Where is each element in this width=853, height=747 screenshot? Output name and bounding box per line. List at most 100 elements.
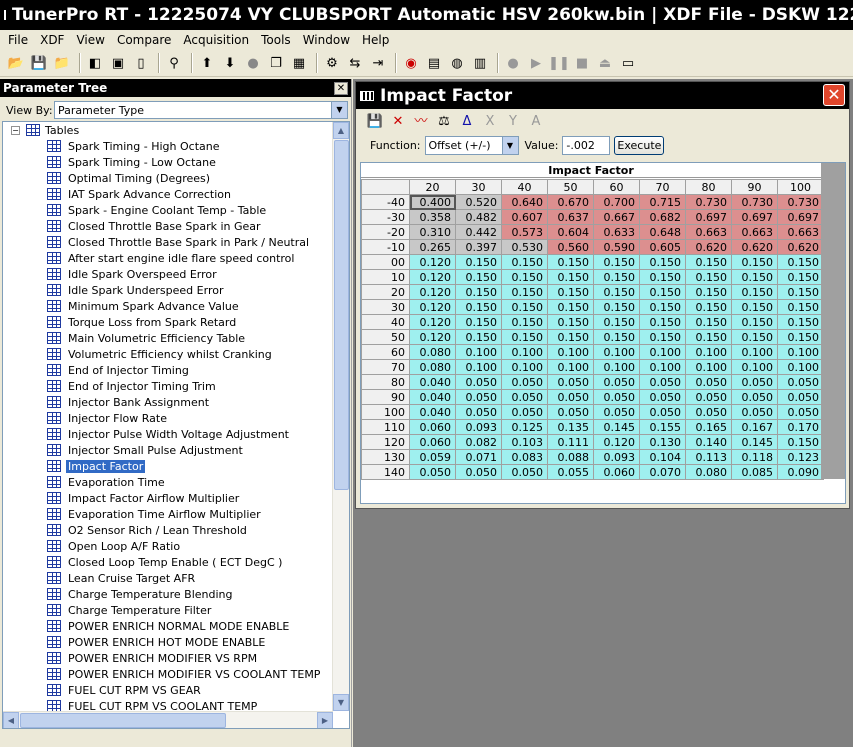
tree-vertical-scroll-thumb[interactable] — [334, 140, 349, 490]
grid-cell[interactable]: 0.150 — [639, 314, 686, 330]
grid-cell[interactable]: 0.150 — [547, 284, 594, 300]
copy-icon[interactable]: ❐ — [266, 53, 286, 73]
grid-cell[interactable]: 0.050 — [593, 404, 640, 420]
grid-cell[interactable]: 0.482 — [455, 209, 502, 225]
tree-item[interactable]: Idle Spark Overspeed Error — [3, 266, 333, 282]
grid-cell[interactable]: 0.697 — [685, 209, 732, 225]
up-arrow-icon[interactable]: ⬆ — [197, 53, 217, 73]
grid-cell[interactable]: 0.080 — [409, 359, 456, 375]
grid-cell[interactable]: 0.100 — [593, 359, 640, 375]
grid-cell[interactable]: 0.530 — [501, 239, 548, 255]
grid-cell[interactable]: 0.080 — [685, 464, 732, 480]
tree-item[interactable]: POWER ENRICH HOT MODE ENABLE — [3, 634, 333, 650]
grid-cell[interactable]: 0.150 — [547, 314, 594, 330]
slider-icon[interactable]: ▭ — [618, 53, 638, 73]
view-by-select[interactable]: Parameter Type ▼ — [54, 101, 348, 119]
grid-cell[interactable]: 0.150 — [685, 314, 732, 330]
balance-icon[interactable]: ⚖ — [435, 113, 453, 131]
grid-cell[interactable]: 0.682 — [639, 209, 686, 225]
tree-item[interactable]: POWER ENRICH NORMAL MODE ENABLE — [3, 618, 333, 634]
grid-cell[interactable]: 0.150 — [501, 299, 548, 315]
tree-item[interactable]: Spark Timing - High Octane — [3, 138, 333, 154]
eject-icon[interactable]: ⏏ — [595, 53, 615, 73]
grid-cell[interactable]: 0.050 — [731, 389, 778, 405]
grid-cell[interactable]: 0.070 — [639, 464, 686, 480]
collapse-icon[interactable]: − — [11, 125, 20, 135]
pause-icon[interactable]: ❚❚ — [548, 53, 570, 73]
tree-item[interactable]: Closed Loop Temp Enable ( ECT DegC ) — [3, 554, 333, 570]
grid-cell[interactable]: 0.050 — [547, 389, 594, 405]
grid-cell[interactable]: 0.050 — [639, 374, 686, 390]
grid-cell[interactable]: 0.400 — [409, 194, 456, 210]
grid-cell[interactable]: 0.082 — [455, 434, 502, 450]
grid-cell[interactable]: 0.050 — [639, 404, 686, 420]
grid-cell[interactable]: 0.100 — [455, 344, 502, 360]
record-icon[interactable]: ● — [503, 53, 523, 73]
grid-cell[interactable]: 0.150 — [593, 329, 640, 345]
tree-item[interactable]: Injector Pulse Width Voltage Adjustment — [3, 426, 333, 442]
cut-x-icon[interactable]: X — [481, 113, 499, 131]
grid-cell[interactable]: 0.670 — [547, 194, 594, 210]
grid-cell[interactable]: 0.071 — [455, 449, 502, 465]
grid-cell[interactable]: 0.310 — [409, 224, 456, 240]
grid-cell[interactable]: 0.040 — [409, 404, 456, 420]
grid-cell[interactable]: 0.104 — [639, 449, 686, 465]
grid-cell[interactable]: 0.150 — [501, 269, 548, 285]
grid-cell[interactable]: 0.060 — [409, 434, 456, 450]
grid-cell[interactable]: 0.150 — [593, 284, 640, 300]
grid-cell[interactable]: 0.150 — [731, 284, 778, 300]
grid-cell[interactable]: 0.123 — [777, 449, 824, 465]
graph-icon[interactable]: 〰 — [412, 113, 430, 131]
grid-cell[interactable]: 0.150 — [685, 284, 732, 300]
grid-cell[interactable]: 0.150 — [501, 284, 548, 300]
tree-item[interactable]: Open Loop A/F Ratio — [3, 538, 333, 554]
grid-cell[interactable]: 0.100 — [639, 359, 686, 375]
scroll-left-button[interactable]: ◀ — [3, 712, 19, 728]
menu-compare[interactable]: Compare — [111, 33, 177, 47]
grid-cell[interactable]: 0.050 — [777, 404, 824, 420]
grid-cell[interactable]: 0.100 — [547, 344, 594, 360]
tree-item[interactable]: Spark Timing - Low Octane — [3, 154, 333, 170]
grid-cell[interactable]: 0.050 — [685, 374, 732, 390]
tree-root-tables[interactable]: − Tables — [3, 122, 333, 138]
tree-item[interactable]: O2 Sensor Rich / Lean Threshold — [3, 522, 333, 538]
grid-cell[interactable]: 0.120 — [409, 269, 456, 285]
tree-item[interactable]: Lean Cruise Target AFR — [3, 570, 333, 586]
grid-cell[interactable]: 0.442 — [455, 224, 502, 240]
grid-cell[interactable]: 0.120 — [409, 314, 456, 330]
grid-cell[interactable]: 0.040 — [409, 389, 456, 405]
grid-cell[interactable]: 0.730 — [731, 194, 778, 210]
grid-cell[interactable]: 0.050 — [731, 374, 778, 390]
down-arrow-icon[interactable]: ⬇ — [220, 53, 240, 73]
tree-item[interactable]: Charge Temperature Blending — [3, 586, 333, 602]
grid-cell[interactable]: 0.607 — [501, 209, 548, 225]
grid-cell[interactable]: 0.050 — [731, 404, 778, 420]
grid-cell[interactable]: 0.358 — [409, 209, 456, 225]
grid-cell[interactable]: 0.120 — [409, 329, 456, 345]
grid-cell[interactable]: 0.100 — [547, 359, 594, 375]
grid-cell[interactable]: 0.150 — [593, 269, 640, 285]
grid-cell[interactable]: 0.100 — [501, 344, 548, 360]
menu-xdf[interactable]: XDF — [34, 33, 70, 47]
grid-cell[interactable]: 0.088 — [547, 449, 594, 465]
grid-cell[interactable]: 0.730 — [685, 194, 732, 210]
grid-cell[interactable]: 0.050 — [501, 404, 548, 420]
grid-cell[interactable]: 0.120 — [409, 299, 456, 315]
grid-cell[interactable]: 0.050 — [547, 404, 594, 420]
close-tree-button[interactable]: ✕ — [334, 81, 348, 95]
settings-gear-icon[interactable]: ⚙ — [322, 53, 342, 73]
grid-cell[interactable]: 0.120 — [409, 284, 456, 300]
grid-cell[interactable]: 0.265 — [409, 239, 456, 255]
grid-cell[interactable]: 0.150 — [593, 254, 640, 270]
tree-item[interactable]: Closed Throttle Base Spark in Park / Neu… — [3, 234, 333, 250]
tree-item[interactable]: End of Injector Timing — [3, 362, 333, 378]
grid-cell[interactable]: 0.093 — [593, 449, 640, 465]
stop-icon[interactable]: ■ — [572, 53, 592, 73]
grid-cell[interactable]: 0.050 — [685, 404, 732, 420]
scroll-up-button[interactable]: ▲ — [333, 122, 349, 139]
grid-cell[interactable]: 0.697 — [731, 209, 778, 225]
grid-cell[interactable]: 0.167 — [731, 419, 778, 435]
grid-cell[interactable]: 0.150 — [455, 299, 502, 315]
grid-cell[interactable]: 0.050 — [685, 389, 732, 405]
tree-item[interactable]: Closed Throttle Base Spark in Gear — [3, 218, 333, 234]
